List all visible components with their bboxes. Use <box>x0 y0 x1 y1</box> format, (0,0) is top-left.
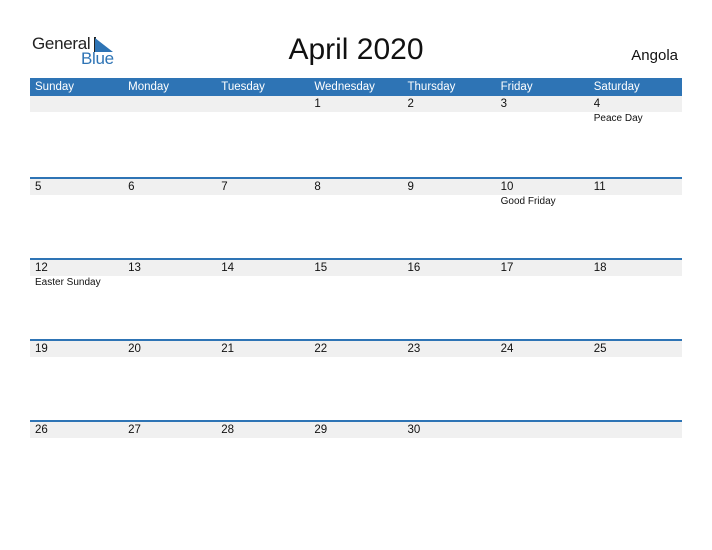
day-number: 10 <box>500 181 514 193</box>
day-number: 7 <box>221 181 228 193</box>
weekday-thursday: Thursday <box>407 81 456 93</box>
weekday-monday: Monday <box>128 81 170 93</box>
day-number <box>30 96 123 112</box>
holiday-label <box>403 276 496 290</box>
week-row: 12 13 14 15 16 17 18 Easter Sunday <box>30 258 682 339</box>
event-row: Good Friday <box>30 195 682 209</box>
holiday-label <box>403 195 496 209</box>
week-row: 26 27 28 29 30 <box>30 420 682 501</box>
day-number: 30 <box>407 424 421 436</box>
calendar-title: April 2020 <box>288 33 424 66</box>
day-number: 20 <box>128 343 141 355</box>
holiday-label <box>123 112 216 126</box>
day-number: 28 <box>221 424 235 436</box>
holiday-label <box>216 195 309 209</box>
date-strip: 19 20 21 22 23 24 25 <box>30 341 682 357</box>
weekday-saturday: Saturday <box>593 81 640 93</box>
calendar-grid: Sunday Monday Tuesday Wednesday Thursday… <box>30 78 682 501</box>
event-row: Peace Day <box>30 112 682 126</box>
weekday-tuesday: Tuesday <box>221 81 265 93</box>
holiday-label <box>309 195 402 209</box>
day-number: 29 <box>314 424 328 436</box>
holiday-label <box>123 195 216 209</box>
day-number: 6 <box>128 181 135 193</box>
day-number: 13 <box>128 262 141 274</box>
day-number: 18 <box>593 262 607 274</box>
day-number: 5 <box>35 181 42 193</box>
country-label: Angola <box>631 47 678 64</box>
week-row: 19 20 21 22 23 24 25 <box>30 339 682 420</box>
holiday-label <box>30 195 123 209</box>
day-number: 21 <box>221 343 235 355</box>
holiday-label <box>589 276 682 290</box>
day-number <box>216 96 309 112</box>
holiday-label <box>216 112 309 126</box>
weekday-wednesday: Wednesday <box>314 81 375 93</box>
day-number: 2 <box>407 98 414 110</box>
day-number: 25 <box>593 343 607 355</box>
event-row: Easter Sunday <box>30 276 682 290</box>
weekday-sunday: Sunday <box>35 81 75 93</box>
week-row: 1 2 3 4 Peace Day <box>30 96 682 177</box>
holiday-label <box>496 276 589 290</box>
day-number: 9 <box>407 181 414 193</box>
day-number: 12 <box>35 262 48 274</box>
day-number: 26 <box>35 424 48 436</box>
date-strip: 12 13 14 15 16 17 18 <box>30 260 682 276</box>
day-number: 23 <box>407 343 421 355</box>
holiday-label <box>309 112 402 126</box>
day-number <box>496 422 589 438</box>
day-number: 22 <box>314 343 328 355</box>
day-number: 3 <box>500 98 508 110</box>
holiday-label <box>30 112 123 126</box>
holiday-label <box>309 276 402 290</box>
day-number: 15 <box>314 262 328 274</box>
holiday-label: Good Friday <box>500 196 556 207</box>
week-row: 5 6 7 8 9 10 11 Good Friday <box>30 177 682 258</box>
day-number: 14 <box>221 262 235 274</box>
day-number: 16 <box>407 262 421 274</box>
day-number <box>123 96 216 112</box>
holiday-label <box>403 112 496 126</box>
weekday-header: Sunday Monday Tuesday Wednesday Thursday… <box>30 78 682 96</box>
day-number: 11 <box>593 181 606 193</box>
day-number: 17 <box>500 262 514 274</box>
holiday-label <box>216 276 309 290</box>
holiday-label <box>496 112 589 126</box>
date-strip: 1 2 3 4 <box>30 96 682 112</box>
day-number <box>589 422 682 438</box>
day-number: 24 <box>500 343 514 355</box>
holiday-label <box>123 276 216 290</box>
date-strip: 26 27 28 29 30 <box>30 422 682 438</box>
holiday-label: Easter Sunday <box>35 277 101 288</box>
day-number: 27 <box>128 424 141 436</box>
date-strip: 5 6 7 8 9 10 11 <box>30 179 682 195</box>
holiday-label: Peace Day <box>593 113 643 124</box>
day-number: 8 <box>314 181 321 193</box>
weekday-friday: Friday <box>500 81 533 93</box>
holiday-label <box>589 195 682 209</box>
weeks-container: 1 2 3 4 Peace Day 5 6 7 8 9 10 11 Good Friday 12 13 14 1… <box>30 96 682 501</box>
day-number: 19 <box>35 343 48 355</box>
day-number: 1 <box>314 98 321 110</box>
day-number: 4 <box>593 98 601 110</box>
